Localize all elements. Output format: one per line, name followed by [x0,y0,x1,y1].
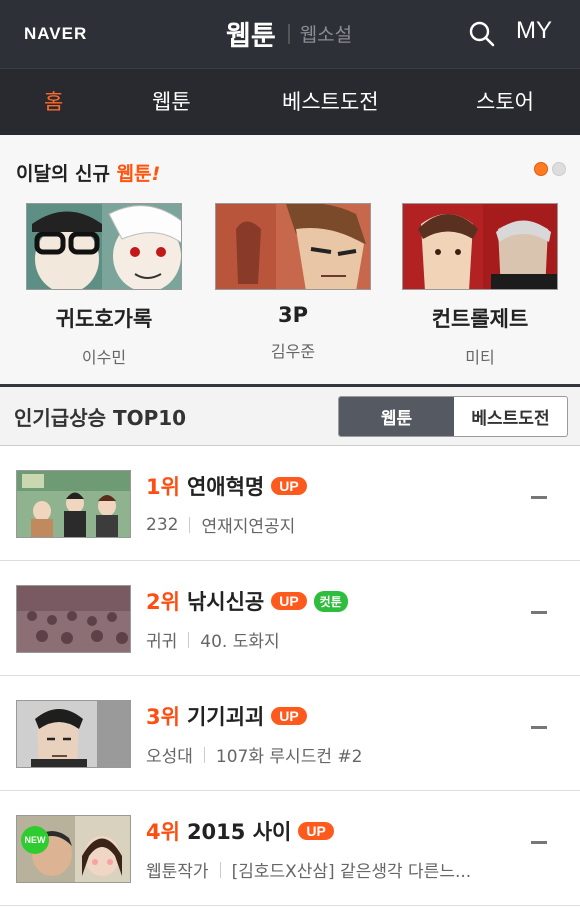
new-webtoon-card[interactable]: 컨트롤제트 미티 [402,203,558,368]
top10-title: 인기급상승 TOP10 [14,406,187,430]
ranking-author: 오성대 [146,747,193,767]
new-webtoon-card[interactable]: 귀도호가록 이수민 [26,203,182,368]
new-badge: NEW [21,826,49,854]
webtoon-thumbnail[interactable] [215,203,371,290]
up-badge: UP [271,707,307,725]
top10-category-toggle: 웹툰 베스트도전 [338,396,568,437]
ranking-title[interactable]: 연애혁명 [187,471,264,501]
my-page-button[interactable]: MY [516,17,552,45]
up-badge: UP [271,477,307,495]
ranking-title[interactable]: 2015 사이 [187,816,291,846]
ranking-thumbnail[interactable] [16,700,131,768]
ranking-episode: 연재지연공지 [201,517,296,537]
rank-change-dash-icon [531,496,547,499]
section-title-suffix: ! [151,163,161,185]
card-author: 김우준 [270,342,316,361]
new-webtoon-card[interactable]: 3P 김우준 [215,203,371,362]
nav-tab-best-challenge[interactable]: 베스트도전 [282,86,379,116]
webtoon-title-link[interactable]: 웹툰 [226,14,276,53]
toggle-webtoon[interactable]: 웹툰 [339,397,454,436]
naver-logo[interactable]: NAVER [24,24,87,44]
ranking-meta: 웹툰작가 [김호드X산삼] 같은생각 다른느... [146,857,471,882]
ranking-thumbnail[interactable] [16,470,131,538]
page-dot[interactable] [552,162,566,176]
ranking-title[interactable]: 낚시신공 [187,586,264,616]
section-title-accent: 웹툰 [116,163,152,185]
section-title-prefix: 이달의 신규 [16,163,117,185]
nav-tab-store[interactable]: 스토어 [476,86,534,116]
service-title: 웹툰 웹소설 [226,14,352,53]
ranking-title-line: 2위 낚시신공 UP 컷툰 [146,586,348,616]
rank-change-dash-icon [531,841,547,844]
meta-divider [188,631,190,648]
cut-toon-badge: 컷툰 [313,590,348,612]
meta-divider [219,861,221,878]
top-header: NAVER 웹툰 웹소설 MY [0,0,580,68]
page-dot-active[interactable] [534,162,548,176]
ranking-row[interactable]: 2위 낚시신공 UP 컷툰 귀귀 40. 도화지 [0,561,580,676]
ranking-list: 1위 연애혁명 UP 232 연재지연공지 2위 낚시신공 UP 컷툰 귀귀 4… [0,446,580,906]
ranking-title-line: 1위 연애혁명 UP [146,471,307,501]
ranking-thumbnail[interactable]: NEW [16,815,131,883]
rank-number: 3위 [146,705,180,729]
ranking-row[interactable]: 3위 기기괴괴 UP 오성대 107화 루시드컨 #2 [0,676,580,791]
ranking-author: 232 [146,514,179,535]
ranking-title[interactable]: 기기괴괴 [187,701,264,731]
new-webtoons-section: 이달의 신규 웹툰! 귀도호가록 이수민 3P 김우준 컨트롤제트 미티 [0,135,580,387]
ranking-episode: [김호드X산삼] 같은생각 다른느... [231,862,472,882]
top10-header: 인기급상승 TOP10 웹툰 베스트도전 [0,387,580,446]
card-title[interactable]: 3P [215,303,371,327]
main-nav: 홈 웹툰 베스트도전 스토어 [0,68,580,135]
ranking-episode: 40. 도화지 [200,632,280,652]
ranking-row[interactable]: 1위 연애혁명 UP 232 연재지연공지 [0,446,580,561]
webtoon-thumbnail[interactable] [402,203,558,290]
title-divider [287,23,290,44]
ranking-title-line: 4위 2015 사이 UP [146,816,334,846]
toggle-best-challenge[interactable]: 베스트도전 [454,397,567,436]
ranking-author: 귀귀 [146,632,178,652]
ranking-meta: 오성대 107화 루시드컨 #2 [146,742,362,767]
rank-number: 1위 [146,475,180,499]
nav-tab-webtoon[interactable]: 웹툰 [152,86,191,116]
meta-divider [203,746,205,763]
card-title[interactable]: 컨트롤제트 [402,303,558,333]
rank-number: 4위 [146,820,180,844]
card-author: 이수민 [81,348,127,367]
card-author: 미티 [465,348,495,367]
section-title: 이달의 신규 웹툰! [16,159,160,186]
page-indicator [534,162,566,176]
rank-change-dash-icon [531,726,547,729]
webtoon-thumbnail[interactable] [26,203,182,290]
ranking-author: 웹툰작가 [146,862,209,882]
nav-tab-home[interactable]: 홈 [44,86,63,116]
rank-number: 2위 [146,590,180,614]
card-title[interactable]: 귀도호가록 [26,303,182,333]
meta-divider [189,516,191,533]
ranking-meta: 232 연재지연공지 [146,512,296,538]
ranking-episode: 107화 루시드컨 #2 [215,747,363,767]
ranking-title-line: 3위 기기괴괴 UP [146,701,307,731]
ranking-row[interactable]: NEW 4위 2015 사이 UP 웹툰작가 [김호드X산삼] 같은생각 다른느… [0,791,580,906]
ranking-meta: 귀귀 40. 도화지 [146,627,280,652]
webnovel-link[interactable]: 웹소설 [300,20,352,47]
rank-change-dash-icon [531,611,547,614]
up-badge: UP [271,592,307,610]
ranking-thumbnail[interactable] [16,585,131,653]
up-badge: UP [298,822,334,840]
search-icon[interactable] [468,20,496,48]
